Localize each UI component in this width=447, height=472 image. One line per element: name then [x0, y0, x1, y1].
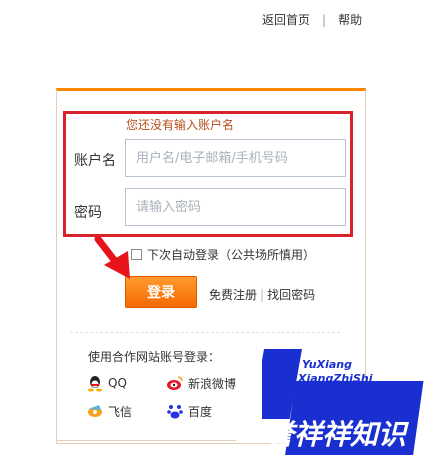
partner-baidu[interactable]: 百度	[166, 402, 212, 420]
login-button[interactable]: 登录	[125, 276, 197, 308]
password-label: 密码	[74, 205, 102, 221]
divider-line	[70, 332, 340, 333]
fetion-icon	[88, 405, 102, 417]
partner-qq[interactable]: QQ	[86, 374, 127, 392]
partner-label: 飞信	[108, 404, 133, 419]
links-divider: |	[260, 288, 265, 302]
partner-label: 百度	[188, 404, 213, 419]
partner-fetion[interactable]: 飞信	[86, 402, 132, 420]
watermark-line2: XiangZhiShi	[297, 372, 373, 385]
qq-icon	[88, 376, 102, 392]
watermark-chars: 誉祥祥知识	[266, 418, 409, 451]
account-input[interactable]	[125, 139, 346, 177]
panel-bottom-border	[56, 440, 236, 441]
partner-weibo[interactable]: 新浪微博	[166, 374, 236, 392]
forgot-password-link[interactable]: 找回密码	[267, 288, 315, 302]
watermark-line1: YuXiang	[302, 358, 352, 371]
password-input[interactable]	[125, 188, 346, 226]
partner-label: QQ	[108, 376, 127, 390]
account-label: 账户名	[74, 153, 116, 169]
watermark-logo: YuXiang XiangZhiShi 誉祥祥知识	[262, 349, 424, 455]
partner-title: 使用合作网站账号登录：	[88, 350, 221, 364]
partner-label: 新浪微博	[188, 376, 237, 391]
top-nav: 返回首页 | 帮助	[262, 11, 362, 28]
red-arrow-icon	[94, 235, 130, 279]
account-links: 免费注册 | 找回密码	[209, 286, 315, 303]
nav-separator: |	[322, 13, 327, 27]
weibo-icon	[167, 376, 183, 390]
remember-label: 下次自动登录（公共场所慎用）	[147, 248, 316, 262]
register-link[interactable]: 免费注册	[209, 288, 257, 302]
home-link[interactable]: 返回首页	[262, 13, 310, 27]
baidu-icon	[167, 405, 183, 419]
help-link[interactable]: 帮助	[338, 13, 362, 27]
error-message: 您还没有输入账户名	[126, 118, 235, 132]
remember-me[interactable]: 下次自动登录（公共场所慎用）	[131, 246, 315, 263]
